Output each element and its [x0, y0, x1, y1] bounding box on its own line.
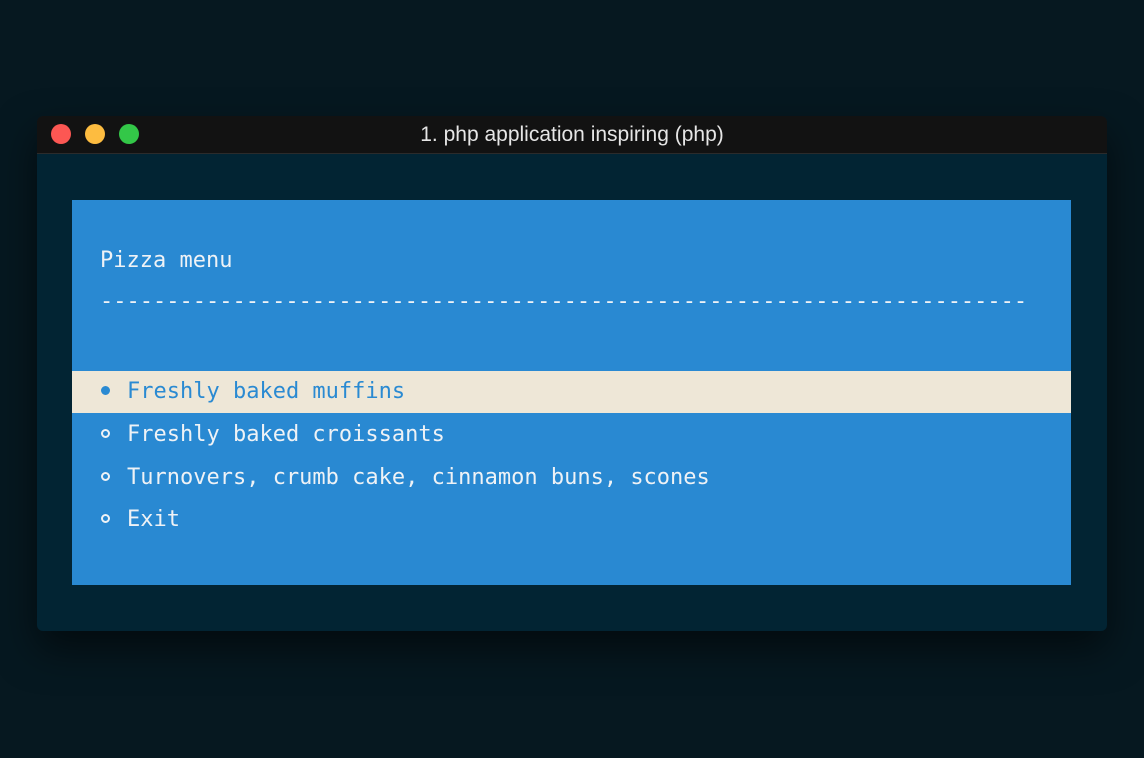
menu-item-exit[interactable]: Exit — [72, 499, 1071, 541]
selected-radio-icon — [101, 386, 110, 395]
unselected-radio-icon — [101, 514, 110, 523]
unselected-radio-icon — [101, 472, 110, 481]
menu-divider: ----------------------------------------… — [100, 289, 1028, 314]
menu-title: Pizza menu — [100, 248, 233, 273]
pizza-menu-panel: Pizza menu -----------------------------… — [72, 200, 1071, 585]
menu-item-croissants[interactable]: Freshly baked croissants — [72, 414, 1071, 456]
menu-item-label: Turnovers, crumb cake, cinnamon buns, sc… — [127, 465, 710, 490]
menu-item-label: Freshly baked croissants — [127, 422, 445, 447]
menu-item-turnovers[interactable]: Turnovers, crumb cake, cinnamon buns, sc… — [72, 457, 1071, 499]
menu-item-label: Freshly baked muffins — [127, 379, 406, 404]
menu-item-muffins[interactable]: Freshly baked muffins — [72, 371, 1071, 413]
menu-item-label: Exit — [127, 507, 180, 532]
window-titlebar[interactable]: 1. php application inspiring (php) — [37, 116, 1107, 154]
window-title: 1. php application inspiring (php) — [420, 123, 724, 146]
terminal-window: 1. php application inspiring (php) Pizza… — [37, 116, 1107, 631]
unselected-radio-icon — [101, 429, 110, 438]
